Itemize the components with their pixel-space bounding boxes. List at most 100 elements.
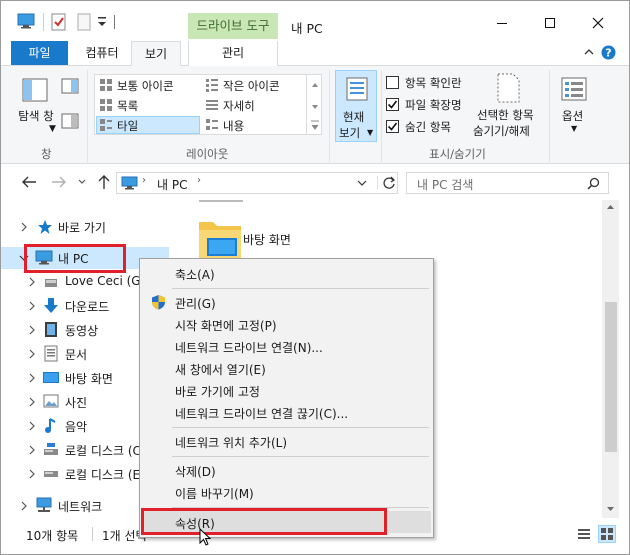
nav-label: 문서 <box>65 348 88 362</box>
chevron-right-icon[interactable] <box>19 500 29 512</box>
desktop-folder-icon[interactable] <box>197 216 243 260</box>
layout-medium-icons[interactable]: 보통 아이콘 <box>117 78 174 94</box>
divider <box>549 70 550 162</box>
new-folder-icon[interactable] <box>77 13 91 31</box>
nav-label: 바로 가기 <box>58 221 106 235</box>
menu-item-delete[interactable]: 삭제(D) <box>142 459 431 481</box>
minimize-ribbon-icon[interactable] <box>583 46 595 58</box>
chevron-right-icon[interactable] <box>27 300 37 312</box>
scroll-down-icon[interactable] <box>606 506 615 512</box>
back-arrow-icon[interactable] <box>21 175 37 189</box>
menu-item-pin-to-start[interactable]: 시작 화면에 고정(P) <box>142 313 431 335</box>
svg-text:?: ? <box>605 47 611 60</box>
layout-tiles[interactable]: 타일 <box>117 118 138 134</box>
help-icon[interactable]: ? <box>601 45 616 60</box>
hide-selected-label-1[interactable]: 선택한 항목 <box>477 107 534 123</box>
properties-icon[interactable] <box>51 13 67 31</box>
minimize-button[interactable] <box>479 9 525 37</box>
chevron-right-icon[interactable] <box>27 276 37 288</box>
tab-computer[interactable]: 컴퓨터 <box>77 41 127 66</box>
layout-small-icons[interactable]: 작은 아이콘 <box>223 78 280 94</box>
tab-manage[interactable]: 관리 <box>188 41 278 66</box>
title-bar: 드라이브 도구 내 PC <box>1 1 629 41</box>
nav-label: Love Ceci (Ga <box>65 274 148 288</box>
menu-separator <box>172 456 429 457</box>
scroll-thumb[interactable] <box>605 302 617 452</box>
customize-toolbar-icon[interactable] <box>97 15 107 29</box>
hide-selected-icon[interactable] <box>493 72 523 104</box>
disk-icon <box>43 442 59 457</box>
address-path[interactable]: 내 PC <box>157 176 187 193</box>
options-icon[interactable] <box>560 76 588 102</box>
chevron-right-icon[interactable] <box>27 420 37 432</box>
file-extensions-checkbox[interactable] <box>386 98 399 111</box>
video-icon <box>43 321 59 338</box>
menu-label: 네트워크 위치 추가(L) <box>175 436 287 450</box>
refresh-icon[interactable] <box>377 176 396 190</box>
details-pane-icon[interactable] <box>61 113 79 129</box>
menu-item-rename[interactable]: 이름 바꾸기(M) <box>142 481 431 503</box>
recent-locations-icon[interactable] <box>77 177 87 187</box>
chevron-right-icon[interactable] <box>27 372 37 384</box>
address-dropdown-icon[interactable] <box>357 179 367 187</box>
menu-item-manage[interactable]: 관리(G) <box>142 291 431 313</box>
tiles-view-icon[interactable] <box>598 525 616 543</box>
search-box[interactable]: 내 PC 검색 <box>406 172 609 194</box>
navigation-pane-icon[interactable] <box>21 76 49 104</box>
chevron-right-icon[interactable] <box>19 221 29 233</box>
menu-item-add-network-location[interactable]: 네트워크 위치 추가(L) <box>142 430 431 452</box>
layout-list[interactable]: 목록 <box>117 98 138 114</box>
chevron-down-icon: ▼ <box>367 128 374 137</box>
chevron-right-icon: › <box>142 175 146 186</box>
chevron-right-icon[interactable] <box>27 468 37 480</box>
music-icon <box>43 417 59 434</box>
drive-tools-context-tab: 드라이브 도구 <box>188 13 278 39</box>
current-view-label-2: 보기 <box>339 126 361 140</box>
layout-details[interactable]: 자세히 <box>223 98 255 114</box>
close-button[interactable] <box>575 9 621 37</box>
chevron-right-icon[interactable] <box>27 396 37 408</box>
partial-folder-top <box>199 200 243 202</box>
hidden-items-checkbox[interactable] <box>386 120 399 133</box>
layout-content[interactable]: 내용 <box>223 118 244 134</box>
tab-view[interactable]: 보기 <box>131 41 181 66</box>
search-input[interactable]: 내 PC 검색 <box>417 176 473 193</box>
nav-label: 사진 <box>65 396 88 410</box>
chevron-right-icon[interactable] <box>27 444 37 456</box>
layout-large-icons-icon <box>99 78 113 92</box>
menu-item-open-new-window[interactable]: 새 창에서 열기(E) <box>142 357 431 379</box>
divider <box>114 15 115 29</box>
menu-item-map-network-drive[interactable]: 네트워크 드라이브 연결(N)... <box>142 335 431 357</box>
layout-scrollbar[interactable] <box>306 75 322 134</box>
desktop-folder-label[interactable]: 바탕 화면 <box>243 231 291 248</box>
hidden-items-label: 숨긴 항목 <box>405 120 451 134</box>
nav-label: 바탕 화면 <box>65 372 113 386</box>
menu-item-disconnect-network-drive[interactable]: 네트워크 드라이브 연결 끊기(C)... <box>142 401 431 423</box>
menu-item-pin-quick-access[interactable]: 바로 가기에 고정 <box>142 379 431 401</box>
layout-details-icon <box>205 98 219 112</box>
address-bar[interactable]: › 내 PC › <box>116 172 398 194</box>
preview-pane-icon[interactable] <box>61 78 79 94</box>
document-icon <box>43 345 59 362</box>
layout-content-icon <box>205 118 219 132</box>
scroll-up-icon[interactable] <box>606 204 615 210</box>
search-icon[interactable] <box>587 177 600 190</box>
nav-label: 음악 <box>65 420 88 434</box>
maximize-button[interactable] <box>527 9 573 37</box>
highlight-this-pc <box>24 244 126 273</box>
current-view-button[interactable]: 현재 보기 ▼ <box>335 70 377 142</box>
up-arrow-icon[interactable] <box>97 174 111 190</box>
chevron-right-icon[interactable] <box>27 348 37 360</box>
chevron-right-icon[interactable] <box>27 324 37 336</box>
hide-selected-label-2[interactable]: 숨기기/해제 <box>473 123 530 139</box>
navigation-pane-label[interactable]: 탐색 창 <box>17 108 55 124</box>
menu-item-collapse[interactable]: 축소(A) <box>142 262 431 284</box>
menu-label: 새 창에서 열기(E) <box>175 363 266 377</box>
details-view-icon[interactable] <box>577 527 591 541</box>
nav-item-quick-access[interactable]: 바로 가기 <box>1 216 169 238</box>
item-checkboxes-checkbox[interactable] <box>386 76 399 89</box>
forward-arrow-icon[interactable] <box>51 175 67 189</box>
tab-file[interactable]: 파일 <box>11 41 68 65</box>
options-label[interactable]: 옵션 <box>562 108 583 124</box>
pc-icon[interactable] <box>17 13 35 29</box>
